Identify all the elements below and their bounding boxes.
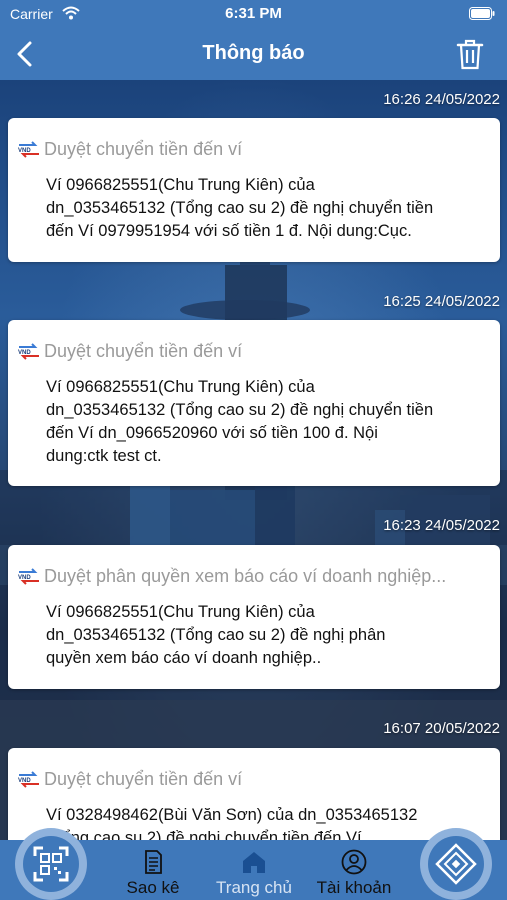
notification-body: Ví 0966825551(Chu Trung Kiên) của dn_035… bbox=[46, 376, 496, 468]
notification-title: Duyệt chuyển tiền đến ví bbox=[44, 769, 243, 789]
notification-body-line: Ví 0966825551(Chu Trung Kiên) của bbox=[46, 378, 315, 396]
qr-scan-icon bbox=[33, 846, 69, 882]
notification-body-line: dung:ctk test ct. bbox=[46, 447, 162, 465]
tab-label: Trang chủ bbox=[216, 878, 292, 897]
vnd-transfer-icon: VND bbox=[18, 771, 39, 788]
notification-time: 16:26 24/05/2022 bbox=[383, 91, 500, 108]
tab-label: Tài khoản bbox=[316, 878, 392, 897]
tab-label: Sao kê bbox=[126, 878, 180, 897]
notification-title: Duyệt chuyển tiền đến ví bbox=[44, 341, 243, 361]
home-icon bbox=[243, 852, 265, 873]
delete-all-button[interactable] bbox=[453, 37, 487, 71]
battery-icon bbox=[469, 7, 495, 20]
status-time: 6:31 PM bbox=[225, 5, 282, 22]
tab-home[interactable]: Trang chủ bbox=[206, 840, 302, 900]
qr-pay-button-face bbox=[428, 836, 484, 892]
vnd-transfer-icon: VND bbox=[18, 568, 39, 585]
notification-title: Duyệt chuyển tiền đến ví bbox=[44, 139, 243, 159]
vnd-transfer-icon: VND bbox=[18, 343, 39, 360]
notification-card[interactable]: VND Duyệt chuyển tiền đến ví Ví 09668255… bbox=[8, 118, 500, 262]
status-bar: Carrier 6:31 PM bbox=[0, 0, 507, 28]
notification-body-line: quyền xem báo cáo ví doanh nghiệp.. bbox=[46, 649, 322, 667]
notification-time: 16:23 24/05/2022 bbox=[383, 517, 500, 534]
notification-card[interactable]: VND Duyệt chuyển tiền đến ví Ví 09668255… bbox=[8, 320, 500, 486]
notification-time: 16:25 24/05/2022 bbox=[383, 293, 500, 310]
nav-bar: Thông báo bbox=[0, 28, 507, 80]
notification-body-line: dn_0353465132 (Tổng cao su 2) đề nghị ch… bbox=[46, 199, 434, 217]
notification-body-line: dn_0353465132 (Tổng cao su 2) đề nghị ph… bbox=[46, 626, 386, 644]
qr-scan-button[interactable] bbox=[15, 828, 87, 900]
account-icon bbox=[341, 849, 367, 875]
notification-time: 16:07 20/05/2022 bbox=[383, 720, 500, 737]
notification-body-line: dn_0353465132 (Tổng cao su 2) đề nghị ch… bbox=[46, 401, 434, 419]
page-title: Thông báo bbox=[202, 42, 305, 64]
notification-body-line: đến Ví dn_0966520960 với số tiền 100 đ. … bbox=[46, 424, 378, 442]
notification-body-line: Ví 0966825551(Chu Trung Kiên) của bbox=[46, 176, 315, 194]
notification-body: Ví 0966825551(Chu Trung Kiên) của dn_035… bbox=[46, 601, 496, 670]
notification-body: Ví 0966825551(Chu Trung Kiên) của dn_035… bbox=[46, 174, 496, 243]
vnd-transfer-icon: VND bbox=[18, 141, 39, 158]
qr-pay-icon bbox=[435, 843, 477, 885]
statement-icon bbox=[145, 850, 162, 874]
notification-title: Duyệt phân quyền xem báo cáo ví doanh ng… bbox=[44, 566, 447, 586]
notification-body-line: đến Ví 0979951954 với số tiền 1 đ. Nội d… bbox=[46, 222, 412, 240]
notification-body-line: Ví 0328498462(Bùi Văn Sơn) của dn_035346… bbox=[46, 806, 418, 824]
tab-statement[interactable]: Sao kê bbox=[110, 840, 196, 900]
tab-account[interactable]: Tài khoản bbox=[306, 840, 402, 900]
qr-pay-button[interactable] bbox=[420, 828, 492, 900]
notification-card[interactable]: VND Duyệt phân quyền xem báo cáo ví doan… bbox=[8, 545, 500, 689]
qr-scan-button-face bbox=[23, 836, 79, 892]
notification-body-line: Ví 0966825551(Chu Trung Kiên) của bbox=[46, 603, 315, 621]
